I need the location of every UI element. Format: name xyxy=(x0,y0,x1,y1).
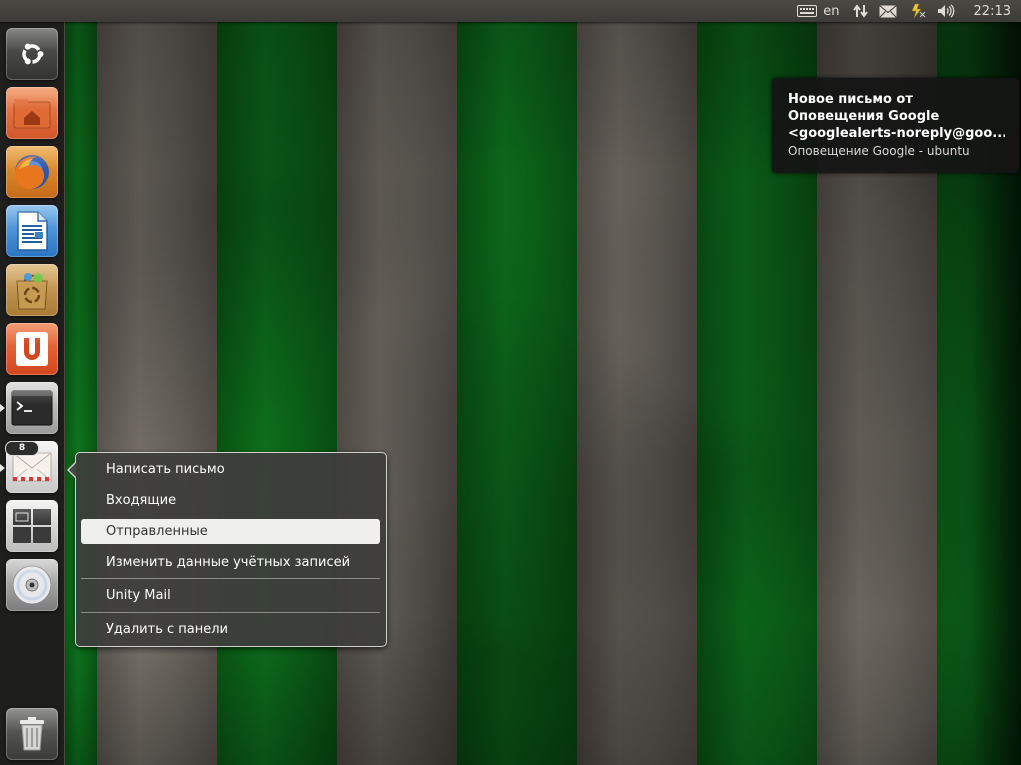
notification-title-line: <googlealerts-noreply@goo... xyxy=(788,126,1005,141)
quicklist-item-compose[interactable]: Написать письмо xyxy=(81,457,380,482)
notification-title-line: Новое письмо от xyxy=(788,92,913,107)
launcher-item-optical-disc[interactable] xyxy=(6,559,58,611)
launcher-quicklist: Написать письмо Входящие Отправленные Из… xyxy=(67,452,387,647)
network-icon[interactable] xyxy=(848,0,874,22)
mail-icon[interactable] xyxy=(874,0,902,22)
home-folder-icon xyxy=(13,99,51,129)
notification-body: Оповещение Google - ubuntu xyxy=(788,144,970,158)
quicklist-item-inbox[interactable]: Входящие xyxy=(81,488,380,513)
quicklist-separator xyxy=(81,612,380,613)
launcher-item-ubuntu-dash[interactable] xyxy=(6,28,58,80)
workspaces-icon xyxy=(13,509,51,543)
unread-count-badge: 8 xyxy=(5,441,39,456)
quicklist-item-remove-from-launcher[interactable]: Удалить с панели xyxy=(81,617,380,642)
volume-icon[interactable] xyxy=(932,0,960,22)
language-indicator[interactable]: en xyxy=(818,0,847,22)
writer-document-icon xyxy=(17,211,48,251)
launcher-item-terminal[interactable] xyxy=(6,382,58,434)
launcher-item-trash[interactable] xyxy=(6,708,58,760)
power-icon[interactable] xyxy=(902,0,932,22)
trash-icon xyxy=(20,717,44,751)
quicklist-pointer xyxy=(67,461,77,479)
launcher xyxy=(0,22,65,765)
clock[interactable]: 22:13 xyxy=(960,0,1021,22)
indicator-area: en 22:13 xyxy=(792,0,1021,22)
quicklist-separator xyxy=(81,578,380,579)
running-indicator xyxy=(0,464,5,472)
notification-title-line: Оповещения Google xyxy=(788,109,940,124)
quicklist-item-sent[interactable]: Отправленные xyxy=(81,519,380,544)
cd-icon xyxy=(12,565,52,605)
quicklist-item-unity-mail[interactable]: Unity Mail xyxy=(81,583,380,608)
launcher-item-firefox[interactable] xyxy=(6,146,58,198)
shopping-bag-icon xyxy=(16,273,48,310)
quicklist-item-edit-accounts[interactable]: Изменить данные учётных записей xyxy=(81,550,380,575)
launcher-item-libreoffice-writer[interactable] xyxy=(6,205,58,257)
mail-notification: Новое письмо от Оповещения Google <googl… xyxy=(772,78,1019,173)
terminal-icon xyxy=(11,390,53,426)
launcher-item-home-folder[interactable] xyxy=(6,87,58,139)
launcher-item-software-center[interactable] xyxy=(6,264,58,316)
ubuntu-logo-icon xyxy=(22,43,44,65)
envelope-icon xyxy=(12,452,52,482)
launcher-item-workspace-switcher[interactable] xyxy=(6,500,58,552)
top-panel: en 22:13 xyxy=(0,0,1021,22)
running-indicator xyxy=(0,404,5,412)
firefox-icon xyxy=(14,155,49,190)
launcher-item-ubuntu-one[interactable] xyxy=(6,323,58,375)
ubuntu-one-icon xyxy=(16,332,48,366)
